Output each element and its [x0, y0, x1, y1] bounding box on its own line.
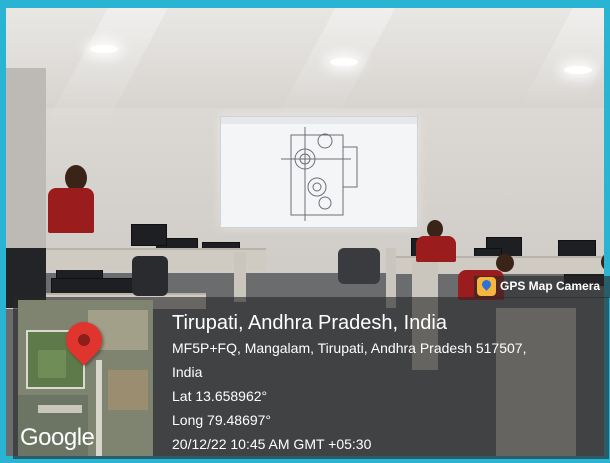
ceiling-light [330, 58, 358, 66]
projection-screen [220, 116, 418, 228]
address-line-1: MF5P+FQ, Mangalam, Tirupati, Andhra Prad… [172, 340, 527, 356]
left-wall [6, 68, 46, 268]
desk-partition [234, 252, 246, 302]
pin-center [78, 334, 90, 346]
student-head [496, 254, 514, 272]
student [416, 236, 456, 262]
chair [132, 256, 168, 296]
longitude: Long 79.48697° [172, 412, 272, 428]
ceiling-light [564, 66, 592, 74]
location-title: Tirupati, Andhra Pradesh, India [172, 312, 447, 334]
instructor [48, 188, 94, 233]
chair [338, 248, 380, 284]
google-logo: Google [20, 424, 95, 451]
ceiling-light [90, 45, 118, 53]
monitor [131, 224, 167, 246]
address-line-2: India [172, 364, 203, 380]
map-pin-icon [477, 277, 496, 296]
latitude: Lat 13.658962° [172, 388, 268, 404]
gps-badge-label: GPS Map Camera [500, 279, 601, 293]
cad-drawing [281, 127, 358, 221]
timestamp: 20/12/22 10:45 AM GMT +05:30 [172, 436, 372, 452]
